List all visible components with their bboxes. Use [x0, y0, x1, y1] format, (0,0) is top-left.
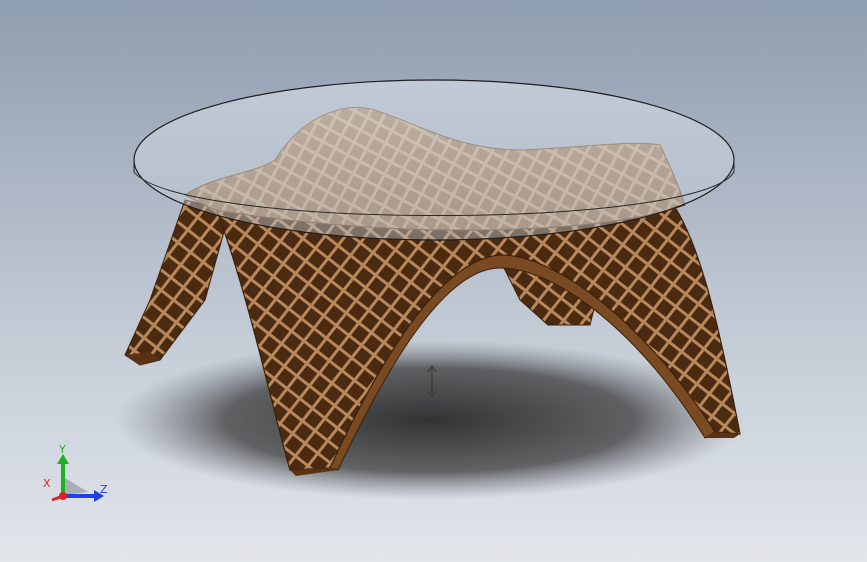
3d-viewport[interactable]: Y Z X: [0, 0, 867, 562]
table-leg-left: [124, 199, 231, 366]
glass-tabletop: [133, 79, 735, 241]
triad-z-label: Z: [100, 483, 108, 496]
triad-plane-icon: [65, 478, 88, 495]
triad-y-label: Y: [58, 443, 66, 456]
reference-triad[interactable]: Y Z X: [30, 440, 120, 510]
model-scene[interactable]: [0, 0, 867, 562]
triad-origin-icon: [59, 492, 67, 500]
triad-x-label: X: [43, 477, 51, 490]
